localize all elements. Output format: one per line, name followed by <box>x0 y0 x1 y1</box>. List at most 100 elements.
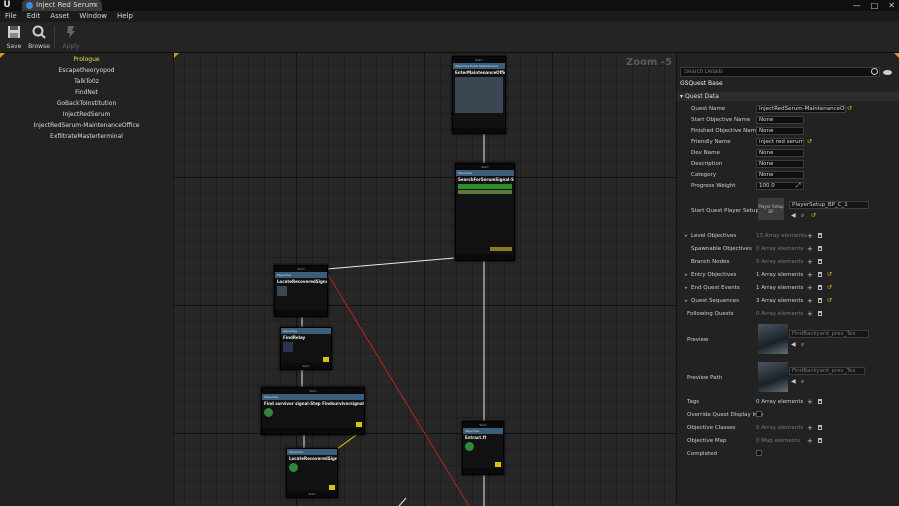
menu-asset[interactable]: Asset <box>45 11 74 22</box>
expand-arrow-icon[interactable]: ▸ <box>685 272 688 278</box>
node-event-badge[interactable] <box>323 357 329 362</box>
reset-icon[interactable]: ↺ <box>827 284 833 291</box>
add-element-icon[interactable]: + <box>807 284 813 292</box>
override-display-checkbox[interactable] <box>756 411 762 417</box>
maximize-button[interactable]: □ <box>871 0 879 11</box>
delete-icon[interactable] <box>818 298 822 303</box>
delete-icon[interactable] <box>818 438 822 443</box>
add-element-icon[interactable]: + <box>807 245 813 253</box>
browse-button[interactable]: Browse <box>26 24 52 50</box>
menu-window[interactable]: Window <box>74 11 112 22</box>
friendly-name-field[interactable]: inject red serum <box>756 138 804 146</box>
drag-value-icon[interactable]: ⤢ <box>796 182 801 190</box>
quest-item[interactable]: TalkTo0z <box>0 76 173 87</box>
reset-icon[interactable]: ↺ <box>807 138 813 145</box>
objective-node-find-relay[interactable]: Objective FindRelay Start <box>280 327 332 370</box>
quest-item[interactable]: InjectRedSerum-MaintenanceOffice <box>0 120 173 131</box>
quest-item[interactable]: FindNet <box>0 87 173 98</box>
finished-objective-field[interactable]: None <box>756 127 804 135</box>
objective-node-search-signal[interactable]: Start Objective SearchForSerumSignal-Ste… <box>455 163 515 261</box>
dev-name-field[interactable]: None <box>756 149 804 157</box>
reset-icon[interactable]: ↺ <box>827 271 833 278</box>
objective-node-locate-signal[interactable]: Start Objective LocateRecoveredSignal <box>274 265 328 317</box>
quest-item[interactable]: ExfiltrateMasterterminal <box>0 131 173 142</box>
category-field[interactable]: None <box>756 171 804 179</box>
objective-node-locate-signal-2[interactable]: Objective LocateRecoveredSignal Start <box>286 448 338 498</box>
expand-arrow-icon[interactable]: ▸ <box>685 298 688 304</box>
search-icon[interactable] <box>871 68 878 75</box>
unreal-logo-icon[interactable]: U <box>2 0 12 10</box>
menu-file[interactable]: File <box>0 11 22 22</box>
node-output-pin[interactable]: Start <box>287 491 337 497</box>
quest-item[interactable]: InjectRedSerum <box>0 109 173 120</box>
objective-node-enter-maintenance[interactable]: Start Objective Enter Maintenance EnterM… <box>452 56 506 134</box>
add-element-icon[interactable]: + <box>807 310 813 318</box>
menu-edit[interactable]: Edit <box>22 11 46 22</box>
menu-help[interactable]: Help <box>112 11 138 22</box>
delete-icon[interactable] <box>818 285 822 290</box>
preview-path-dropdown[interactable]: FindBackyard_prev_Tex <box>789 367 865 375</box>
reset-icon[interactable]: ↺ <box>811 212 816 219</box>
delete-icon[interactable] <box>818 399 822 404</box>
preview-thumbnail[interactable] <box>758 324 788 354</box>
quest-item[interactable]: GoBackToInstitution <box>0 98 173 109</box>
quest-item[interactable]: Prologue <box>0 54 173 65</box>
add-element-icon[interactable]: + <box>807 271 813 279</box>
completed-checkbox[interactable] <box>756 450 762 456</box>
node-output-pin[interactable] <box>453 127 505 133</box>
browse-asset-icon[interactable]: ⌕ <box>801 341 804 349</box>
node-output-pin[interactable] <box>456 254 514 260</box>
player-setup-dropdown[interactable]: PlayerSetup_BP_C_1 <box>789 201 869 209</box>
add-element-icon[interactable]: + <box>807 437 813 445</box>
add-element-icon[interactable]: + <box>807 424 813 432</box>
section-quest-data[interactable]: ▾ Quest Data <box>677 92 899 101</box>
use-selected-icon[interactable]: ◀ <box>791 341 796 348</box>
delete-icon[interactable] <box>818 246 822 251</box>
node-event-badge[interactable] <box>329 485 335 490</box>
preview-dropdown[interactable]: FindBackyard_prev_Tex <box>789 330 869 338</box>
use-selected-icon[interactable]: ◀ <box>791 212 796 219</box>
add-element-icon[interactable]: + <box>807 258 813 266</box>
minimize-button[interactable]: — <box>853 0 861 11</box>
delete-icon[interactable] <box>818 259 822 264</box>
document-tab[interactable]: Inject Red Serum x <box>22 0 102 11</box>
node-event-badge[interactable] <box>356 422 362 427</box>
objective-node-extract[interactable]: Start Objective Extract.ft <box>462 421 504 475</box>
quest-name-field[interactable]: InjectRedSerum-MaintenanceOffice <box>756 105 846 113</box>
add-element-icon[interactable]: + <box>807 297 813 305</box>
expand-arrow-icon[interactable]: ▸ <box>685 233 688 239</box>
array-count: 1 Array elements <box>756 272 804 278</box>
apply-label: Apply <box>62 43 80 50</box>
view-options-icon[interactable] <box>883 70 892 75</box>
details-search-input[interactable] <box>680 67 880 77</box>
save-button[interactable]: Save <box>1 24 27 50</box>
browse-asset-icon[interactable]: ⌕ <box>801 212 804 220</box>
reset-icon[interactable]: ↺ <box>847 105 853 112</box>
delete-icon[interactable] <box>818 272 822 277</box>
description-field[interactable]: None <box>756 160 804 168</box>
close-window-button[interactable]: ✕ <box>888 0 895 11</box>
apply-button[interactable]: Apply <box>58 24 84 50</box>
objective-node-find-survivor-signal[interactable]: Start Objective Find survivor signal-Ste… <box>261 387 365 435</box>
preview-path-thumbnail[interactable] <box>758 362 788 392</box>
delete-icon[interactable] <box>818 311 822 316</box>
add-element-icon[interactable]: + <box>807 232 813 240</box>
add-element-icon[interactable]: + <box>807 398 813 406</box>
quest-item[interactable]: Escapetheoryopod <box>0 65 173 76</box>
node-output-pin[interactable] <box>262 428 364 434</box>
node-output-pin[interactable] <box>275 310 327 316</box>
expand-arrow-icon[interactable]: ▸ <box>685 285 688 291</box>
browse-asset-icon[interactable]: ⌕ <box>801 378 804 386</box>
node-event-badge[interactable] <box>495 462 501 467</box>
delete-icon[interactable] <box>818 425 822 430</box>
close-tab-icon[interactable]: x <box>94 0 98 11</box>
player-setup-thumbnail[interactable]: Player Setup BP <box>758 198 784 220</box>
node-output-pin[interactable] <box>463 468 503 474</box>
reset-icon[interactable]: ↺ <box>827 297 833 304</box>
node-event-pin[interactable] <box>490 247 512 251</box>
delete-icon[interactable] <box>818 233 822 238</box>
start-objective-field[interactable]: None <box>756 116 804 124</box>
node-output-pin[interactable]: Start <box>281 363 331 369</box>
quest-graph[interactable]: Zoom -5 Start Objective Enter Maintenanc… <box>174 53 676 506</box>
use-selected-icon[interactable]: ◀ <box>791 378 796 385</box>
